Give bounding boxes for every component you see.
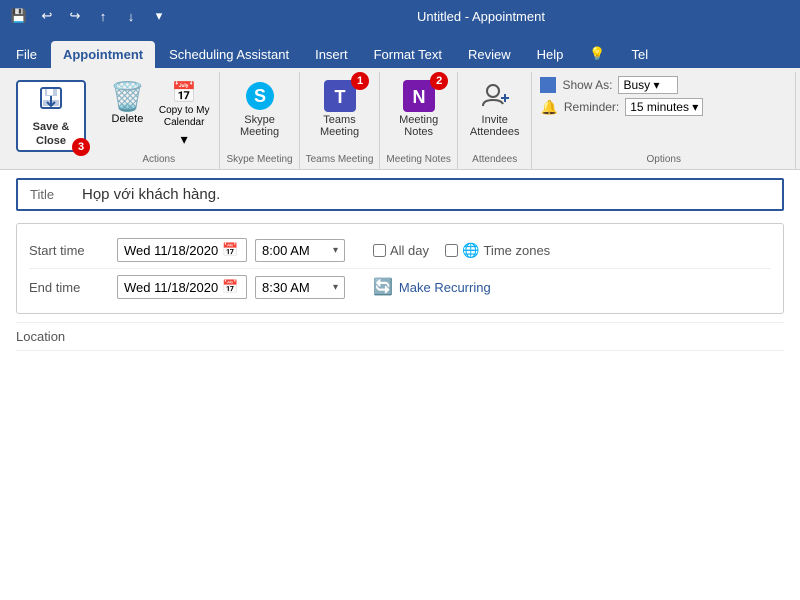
allday-label: All day bbox=[390, 243, 429, 258]
save-close-button[interactable]: Save &Close 3 bbox=[16, 80, 86, 152]
show-as-row: Show As: Busy ▾ bbox=[540, 76, 787, 94]
make-recurring-label: Make Recurring bbox=[399, 280, 491, 295]
tab-formattext[interactable]: Format Text bbox=[362, 41, 454, 68]
copy-icon: 📅 bbox=[172, 80, 197, 105]
location-input[interactable] bbox=[96, 329, 784, 344]
title-bar: 💾 ↩ ↪ ↑ ↓ ▾ Untitled - Appointment bbox=[0, 0, 800, 32]
options-label: Options bbox=[540, 152, 787, 165]
ribbon: Save &Close 3 🗑️ Delete 📅 Copy to MyCale… bbox=[0, 68, 800, 170]
skype-label: Skype Meeting bbox=[226, 152, 292, 165]
meeting-notes-button[interactable]: N Meeting Notes 2 bbox=[393, 76, 444, 142]
datetime-section: Start time Wed 11/18/2020 📅 8:00 AM ▾ Al… bbox=[16, 223, 784, 314]
title-row: Title bbox=[16, 178, 784, 211]
tab-file[interactable]: File bbox=[4, 41, 49, 68]
options-group: Show As: Busy ▾ 🔔 Reminder: 15 minutes ▾… bbox=[532, 72, 796, 169]
window-title: Untitled - Appointment bbox=[170, 9, 792, 24]
start-time-label: Start time bbox=[29, 243, 109, 258]
skype-meeting-button[interactable]: S Skype Meeting bbox=[234, 76, 285, 142]
title-label: Title bbox=[18, 181, 78, 208]
down-btn[interactable]: ↓ bbox=[120, 5, 142, 27]
content-area: Title Start time Wed 11/18/2020 📅 8:00 A… bbox=[0, 170, 800, 600]
start-time-arrow: ▾ bbox=[333, 245, 338, 256]
tab-review[interactable]: Review bbox=[456, 41, 523, 68]
meeting-notes-label: Meeting Notes bbox=[386, 152, 450, 165]
save-qat-btn[interactable]: 💾 bbox=[8, 5, 30, 27]
form-area: Title Start time Wed 11/18/2020 📅 8:00 A… bbox=[0, 170, 800, 600]
location-row: Location bbox=[16, 322, 784, 351]
skype-meeting-group: S Skype Meeting Skype Meeting bbox=[220, 72, 299, 169]
badge-1: 1 bbox=[351, 72, 369, 90]
svg-text:S: S bbox=[254, 86, 266, 106]
svg-text:T: T bbox=[334, 87, 345, 107]
location-label: Location bbox=[16, 329, 96, 344]
teams-meeting-button[interactable]: T Teams Meeting 1 bbox=[314, 76, 365, 142]
reminder-dropdown[interactable]: 15 minutes ▾ bbox=[625, 98, 703, 116]
teams-label: Teams Meeting bbox=[306, 152, 374, 165]
timezone-checkbox[interactable] bbox=[445, 244, 458, 257]
delete-icon: 🗑️ bbox=[110, 80, 145, 113]
actions-group: 🗑️ Delete 📅 Copy to MyCalendar ▾ Actions bbox=[98, 72, 220, 169]
tab-appointment[interactable]: Appointment bbox=[51, 41, 155, 68]
svg-text:N: N bbox=[412, 87, 425, 107]
end-time-label: End time bbox=[29, 280, 109, 295]
show-as-dropdown[interactable]: Busy ▾ bbox=[618, 76, 678, 94]
start-date-picker[interactable]: Wed 11/18/2020 📅 bbox=[117, 238, 247, 262]
quick-access-toolbar: 💾 ↩ ↪ ↑ ↓ ▾ bbox=[8, 5, 170, 27]
more-qat-btn[interactable]: ▾ bbox=[148, 5, 170, 27]
make-recurring-button[interactable]: 🔄 Make Recurring bbox=[373, 277, 491, 297]
skype-icon: S bbox=[244, 80, 276, 112]
redo-btn[interactable]: ↪ bbox=[64, 5, 86, 27]
end-date-picker[interactable]: Wed 11/18/2020 📅 bbox=[117, 275, 247, 299]
end-time-row: End time Wed 11/18/2020 📅 8:30 AM ▾ 🔄 Ma… bbox=[29, 268, 771, 305]
tab-more[interactable]: 💡 bbox=[577, 40, 617, 68]
teams-meeting-group: T Teams Meeting 1 Teams Meeting bbox=[300, 72, 381, 169]
title-input[interactable] bbox=[78, 180, 782, 209]
attendees-label: Attendees bbox=[472, 152, 517, 165]
allday-checkbox-area[interactable]: All day bbox=[373, 243, 429, 258]
start-time-picker[interactable]: 8:00 AM ▾ bbox=[255, 239, 345, 262]
invite-attendees-button[interactable]: Invite Attendees bbox=[464, 76, 526, 142]
tab-tel[interactable]: Tel bbox=[620, 41, 661, 68]
tab-insert[interactable]: Insert bbox=[303, 41, 360, 68]
end-calendar-icon: 📅 bbox=[222, 279, 238, 295]
meeting-notes-group: N Meeting Notes 2 Meeting Notes bbox=[380, 72, 457, 169]
recur-icon: 🔄 bbox=[373, 277, 393, 297]
undo-btn[interactable]: ↩ bbox=[36, 5, 58, 27]
ribbon-tabs: File Appointment Scheduling Assistant In… bbox=[0, 32, 800, 68]
bell-icon: 🔔 bbox=[540, 99, 557, 116]
show-as-label: Show As: bbox=[562, 78, 612, 92]
attendees-group: Invite Attendees Attendees bbox=[458, 72, 533, 169]
reminder-row: 🔔 Reminder: 15 minutes ▾ bbox=[540, 98, 787, 116]
timezone-globe-icon: 🌐 bbox=[462, 242, 479, 259]
teams-icon: T bbox=[324, 80, 356, 112]
timezone-label: Time zones bbox=[483, 243, 550, 258]
badge-3: 3 bbox=[72, 138, 90, 156]
badge-2: 2 bbox=[430, 72, 448, 90]
invite-icon bbox=[479, 80, 511, 112]
start-calendar-icon: 📅 bbox=[222, 242, 238, 258]
allday-checkbox[interactable] bbox=[373, 244, 386, 257]
timezone-button[interactable]: 🌐 Time zones bbox=[445, 242, 550, 259]
reminder-label: Reminder: bbox=[564, 100, 619, 114]
end-time-arrow: ▾ bbox=[333, 282, 338, 293]
copy-to-calendar-button[interactable]: 📅 Copy to MyCalendar ▾ bbox=[155, 76, 214, 152]
up-btn[interactable]: ↑ bbox=[92, 5, 114, 27]
allday-timezone-area: All day 🌐 Time zones bbox=[373, 242, 550, 259]
start-time-row: Start time Wed 11/18/2020 📅 8:00 AM ▾ Al… bbox=[29, 232, 771, 268]
actions-label: Actions bbox=[104, 152, 213, 165]
save-close-label: Save &Close bbox=[33, 121, 70, 147]
tab-help[interactable]: Help bbox=[525, 41, 576, 68]
delete-button[interactable]: 🗑️ Delete bbox=[104, 76, 151, 129]
tab-scheduling[interactable]: Scheduling Assistant bbox=[157, 41, 301, 68]
save-close-icon bbox=[37, 84, 65, 119]
end-time-picker[interactable]: 8:30 AM ▾ bbox=[255, 276, 345, 299]
show-as-icon bbox=[540, 77, 556, 93]
actions-top: 🗑️ Delete 📅 Copy to MyCalendar ▾ bbox=[104, 76, 213, 152]
